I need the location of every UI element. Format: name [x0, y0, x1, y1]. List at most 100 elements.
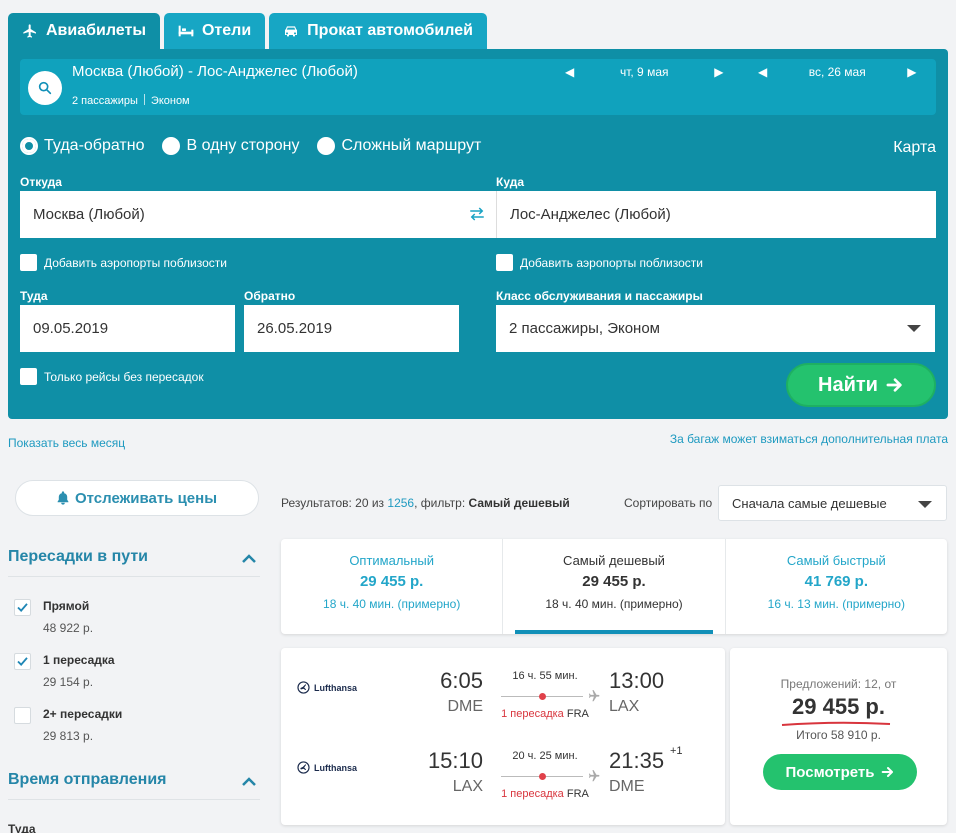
results-total-link[interactable]: 1256	[387, 496, 414, 510]
return-label: Обратно	[244, 289, 296, 303]
summary-passengers: 2 пассажиры	[72, 95, 138, 107]
chevron-up-icon[interactable]	[241, 775, 257, 787]
return-date-label: вс, 26 мая	[808, 65, 866, 79]
stops-filter-name: 1 пересадка	[43, 653, 115, 667]
stops-section-title[interactable]: Пересадки в пути	[8, 548, 148, 566]
from-value: Москва (Любой)	[33, 206, 145, 223]
to-nearby-checkbox[interactable]: Добавить аэропорты поблизости	[496, 254, 703, 271]
sort-tab-title: Самый быстрый	[786, 553, 886, 568]
summary-details: 2 пассажиры Эконом	[72, 94, 190, 107]
departure-outbound-label: Туда	[8, 822, 36, 833]
offer-total: Итого 58 910 р.	[796, 728, 881, 742]
to-field[interactable]: Лос-Анджелес (Любой)	[496, 191, 936, 238]
departure-section-title[interactable]: Время отправления	[8, 771, 167, 789]
offer-price: 29 455 р.	[792, 694, 885, 719]
cabin-select[interactable]: 2 пассажиры, Эконом	[496, 305, 935, 352]
ticket-card[interactable]: Lufthansa 6:05 DME 16 ч. 55 мин. 1 перес…	[281, 648, 725, 825]
search-icon-button[interactable]	[28, 71, 62, 105]
car-icon	[285, 26, 298, 37]
checkmark-icon	[17, 603, 28, 612]
stop-dot	[539, 773, 546, 780]
search-icon	[38, 81, 52, 95]
return-date-next[interactable]: ▶	[907, 65, 916, 79]
checkbox-box	[20, 368, 37, 385]
sort-tab-duration: 18 ч. 40 мин. (примерно)	[545, 597, 683, 611]
airline-name: Lufthansa	[314, 762, 358, 773]
leg2-arr-time: 21:35	[609, 748, 665, 773]
sort-tab-duration: 18 ч. 40 мин. (примерно)	[323, 597, 461, 611]
direct-only-checkbox[interactable]: Только рейсы без пересадок	[20, 368, 204, 385]
leg1-duration: 16 ч. 55 мин.	[512, 670, 578, 682]
leg2-stops-count: 1 пересадка	[501, 788, 564, 800]
depart-date-value: 09.05.2019	[33, 320, 109, 337]
tab-car-rental-label: Прокат автомобилей	[307, 22, 473, 39]
leg1-stops-count: 1 пересадка	[501, 708, 564, 720]
leg1-arr-code: LAX	[609, 698, 640, 715]
swap-icon[interactable]	[468, 206, 486, 222]
from-field[interactable]: Москва (Любой)	[20, 191, 496, 238]
tab-car-rental[interactable]: Прокат автомобилей	[269, 13, 487, 49]
from-nearby-checkbox[interactable]: Добавить аэропорты поблизости	[20, 254, 227, 271]
sort-tab-cheapest[interactable]: Самый дешевый 29 455 р. 18 ч. 40 мин. (п…	[502, 539, 724, 634]
tab-hotels[interactable]: Отели	[163, 13, 266, 49]
map-link[interactable]: Карта	[893, 139, 936, 157]
depart-date-next[interactable]: ▶	[714, 65, 723, 79]
sort-tabs-card: Оптимальный 29 455 р. 18 ч. 40 мин. (при…	[281, 539, 947, 634]
leg2-day-offset: +1	[670, 745, 683, 757]
leg2-stops: 1 пересадка FRA	[490, 788, 600, 800]
trip-type-oneway[interactable]: В одну сторону	[162, 137, 299, 155]
return-date-prev[interactable]: ◀	[758, 65, 767, 79]
depart-date-label: чт, 9 мая	[619, 65, 669, 79]
plane-icon	[588, 690, 600, 702]
leg2-duration: 20 ч. 25 мин.	[512, 750, 578, 762]
to-label: Куда	[496, 175, 524, 189]
sort-tab-price: 29 455 р.	[359, 573, 424, 590]
sort-select[interactable]: Сначала самые дешевые	[718, 485, 947, 521]
airline-name: Lufthansa	[314, 682, 358, 693]
show-month-link[interactable]: Показать весь месяц	[8, 436, 125, 450]
view-offer-button[interactable]: Посмотреть	[763, 754, 917, 790]
track-prices-label: Отслеживать цены	[74, 489, 218, 507]
bed-icon	[178, 25, 194, 37]
depart-date-field[interactable]: 09.05.2019	[20, 305, 235, 352]
summary-class: Эконом	[150, 95, 190, 107]
trip-type-multicity[interactable]: Сложный маршрут	[317, 137, 481, 155]
trip-type-roundtrip[interactable]: Туда-обратно	[20, 137, 144, 155]
depart-date-prev[interactable]: ◀	[565, 65, 574, 79]
sort-tab-optimal[interactable]: Оптимальный 29 455 р. 18 ч. 40 мин. (при…	[281, 539, 502, 634]
stops-filter-price: 29 154 р.	[43, 675, 94, 689]
radio-circle	[162, 137, 181, 155]
find-button-label: Найти	[818, 373, 878, 396]
checkmark-icon	[17, 657, 28, 666]
chevron-up-icon[interactable]	[241, 552, 257, 564]
sort-tab-price: 41 769 р.	[804, 573, 869, 590]
airplane-icon	[23, 24, 36, 38]
trip-type-multicity-label: Сложный маршрут	[341, 137, 482, 154]
section-divider	[8, 799, 260, 800]
direct-only-label: Только рейсы без пересадок	[44, 369, 204, 384]
results-info: Результатов: 20 из 1256, фильтр: Самый д…	[281, 496, 570, 510]
checkbox-box	[14, 707, 31, 724]
leg2-stops-city: FRA	[566, 788, 589, 800]
tab-flights[interactable]: Авиабилеты	[8, 13, 160, 49]
checkbox-box	[496, 254, 513, 271]
baggage-note-link[interactable]: За багаж может взиматься дополнительная …	[670, 432, 948, 446]
results-prefix: Результатов: 20 из	[281, 496, 385, 510]
find-button[interactable]: Найти	[786, 363, 936, 407]
track-prices-button[interactable]: Отслеживать цены	[15, 480, 259, 516]
checkbox-box	[20, 254, 37, 271]
leg1-stops-city: FRA	[566, 708, 589, 720]
stops-filter-price: 29 813 р.	[43, 729, 94, 743]
view-offer-label: Посмотреть	[785, 763, 875, 781]
airline-logo: Lufthansa	[297, 681, 357, 694]
from-nearby-label: Добавить аэропорты поблизости	[44, 255, 227, 270]
trip-type-roundtrip-label: Туда-обратно	[44, 137, 145, 154]
trip-type-oneway-label: В одну сторону	[186, 137, 300, 154]
leg2-arr-code: DME	[609, 778, 645, 795]
radio-circle	[317, 137, 336, 155]
return-date-field[interactable]: 26.05.2019	[244, 305, 459, 352]
search-summary-bar[interactable]: Москва (Любой) - Лос-Анджелес (Любой) 2 …	[20, 59, 936, 115]
sort-tab-fastest[interactable]: Самый быстрый 41 769 р. 16 ч. 13 мин. (п…	[724, 539, 947, 634]
tab-flights-label: Авиабилеты	[46, 22, 146, 39]
stops-filter-name: Прямой	[43, 599, 90, 613]
